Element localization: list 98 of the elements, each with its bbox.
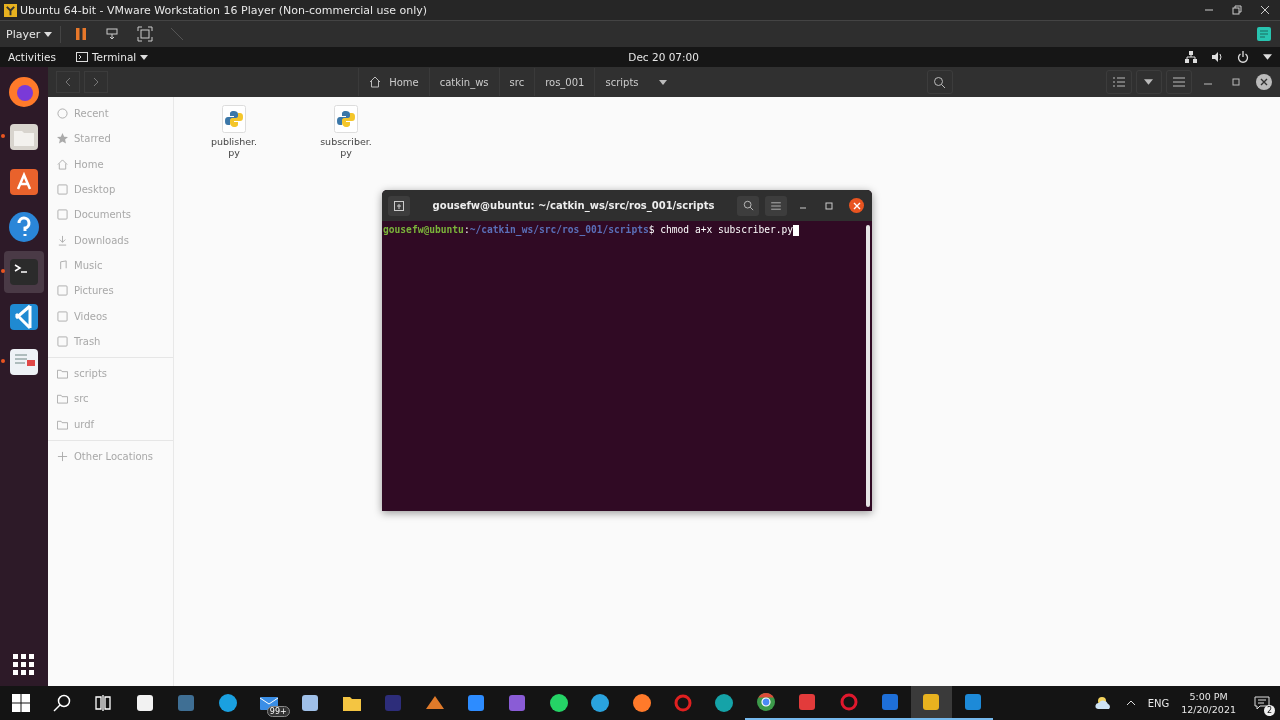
sidebar-label: Desktop (74, 184, 116, 196)
python-file-icon (334, 105, 358, 133)
python-file-icon (222, 105, 246, 133)
scrollbar[interactable] (866, 225, 870, 507)
search-button[interactable] (926, 70, 953, 94)
network-icon[interactable] (1185, 51, 1197, 63)
new-tab-icon (394, 200, 404, 211)
search-button[interactable] (737, 195, 759, 216)
sidebar-label: Videos (74, 310, 108, 322)
close-icon (1260, 78, 1268, 86)
menu-button[interactable] (1166, 70, 1192, 94)
sidebar-label: Recent (74, 108, 109, 120)
slash-icon (169, 26, 186, 42)
sidebar-label: Downloads (74, 234, 129, 246)
power-icon[interactable] (1237, 51, 1249, 63)
terminal-icon (8, 256, 40, 288)
sidebar-label: Home (74, 158, 104, 170)
file-name: publisher. py (210, 136, 258, 159)
menu-icon (771, 201, 781, 210)
note-icon[interactable] (1256, 26, 1272, 42)
folder-icon (57, 368, 68, 380)
help-icon (8, 211, 40, 243)
chevron-right-icon (93, 77, 99, 87)
sidebar-label: scripts (74, 368, 108, 380)
fullscreen-icon[interactable] (137, 26, 154, 42)
taskbar-button[interactable]: 99+ (248, 686, 290, 720)
close-button[interactable] (1256, 74, 1272, 90)
maximize-icon (1232, 78, 1240, 86)
sidebar-label: Pictures (74, 285, 114, 297)
app-menu[interactable]: Terminal (75, 51, 149, 63)
menu-button[interactable] (765, 195, 787, 216)
volume-icon[interactable] (1211, 51, 1223, 63)
breadcrumb-button[interactable]: src (498, 68, 535, 96)
folder-icon (8, 121, 40, 153)
sidebar-label: urdf (74, 418, 95, 430)
download-icon (57, 234, 68, 246)
maximize-icon (825, 201, 833, 210)
caret-icon[interactable] (1263, 54, 1272, 60)
sidebar-label: Documents (74, 209, 132, 221)
list-view-button[interactable] (1106, 70, 1132, 94)
breadcrumb-button[interactable]: Home (358, 68, 429, 96)
folder-icon (57, 418, 68, 430)
close-button[interactable] (1260, 5, 1270, 15)
vscode-icon (8, 301, 40, 333)
file-item[interactable]: publisher. py (204, 105, 264, 159)
player-menu[interactable]: Player (4, 25, 62, 43)
close-icon (852, 201, 861, 210)
sidebar-label: Starred (74, 133, 111, 145)
home-icon (57, 158, 68, 170)
search-icon (933, 75, 947, 89)
plus-icon (57, 451, 68, 462)
restore-icon (1232, 5, 1242, 15)
file-item[interactable]: subscriber. py (316, 105, 376, 159)
file-name: subscriber. py (320, 136, 372, 159)
command-line: gousefw@ubuntu:~/catkin_ws/src/ros_001/scripts$ chmod a+x subscriber.py (383, 223, 866, 236)
close-button[interactable] (849, 198, 864, 213)
menu-icon (1173, 77, 1185, 87)
clock[interactable]: 5:00 PM 12/20/2021 (1181, 690, 1236, 716)
language-indicator[interactable]: ENG (1147, 697, 1170, 709)
sidebar-label: src (74, 393, 89, 405)
ring-icon (838, 692, 859, 712)
new-tab-button[interactable] (388, 195, 410, 216)
window-title: Ubuntu 64-bit - VMware Workstation 16 Player (Non-commercial use only) (20, 3, 429, 17)
folder-icon (57, 393, 68, 405)
search-icon (52, 693, 73, 713)
chrome-icon (755, 692, 776, 712)
search-icon (742, 200, 754, 211)
sidebar-label: Music (74, 259, 103, 271)
list-icon (1113, 77, 1125, 87)
chevron-left-icon (65, 77, 71, 87)
app-grid-icon[interactable] (13, 654, 35, 676)
windows-logo-icon (10, 693, 31, 713)
caret-icon (44, 31, 53, 37)
clock[interactable]: Dec 20 07:00 (628, 51, 699, 63)
star-icon (57, 133, 68, 145)
restore-button[interactable] (1232, 5, 1242, 15)
chevron-up-icon[interactable] (1125, 700, 1136, 706)
breadcrumb-button[interactable]: scripts (594, 68, 649, 96)
breadcrumb-button[interactable]: catkin_ws (428, 68, 499, 96)
taskbar-button[interactable] (910, 686, 952, 720)
notification-count: 2 (1264, 705, 1275, 716)
task-view-icon (93, 693, 114, 713)
activities-button[interactable]: Activities (8, 51, 56, 63)
terminal-icon (75, 52, 88, 62)
clock-icon (57, 108, 68, 120)
caret-icon (1144, 79, 1154, 85)
view-options-button[interactable] (1136, 70, 1162, 94)
breadcrumb-button[interactable]: ros_001 (534, 68, 595, 96)
home-icon (369, 76, 382, 88)
sidebar-label: Trash (74, 335, 101, 347)
close-icon (1260, 5, 1270, 15)
badge: 99+ (266, 706, 290, 717)
record-icon (672, 693, 693, 713)
caret-icon[interactable] (658, 79, 667, 85)
window-title: gousefw@ubuntu: ~/catkin_ws/src/ros_001/scripts (431, 200, 716, 211)
notification-button[interactable]: 2 (1248, 689, 1276, 717)
sidebar-label: Other Locations (74, 451, 154, 462)
caret-icon (140, 54, 149, 60)
